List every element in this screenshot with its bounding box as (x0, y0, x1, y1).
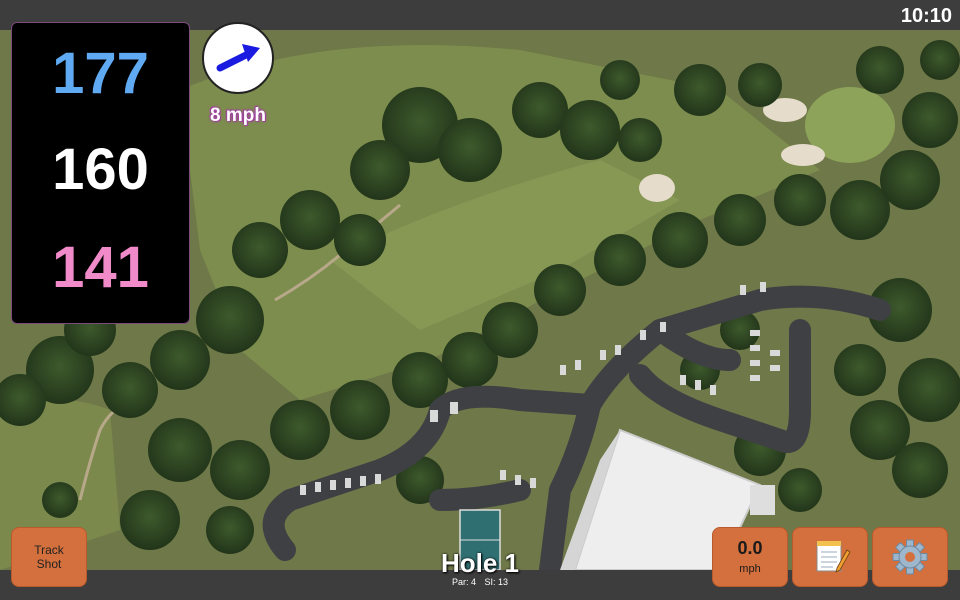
hole-par: Par: 4 (451, 577, 476, 587)
hole-stroke-index: SI: 13 (484, 577, 509, 587)
back-distance: 177 (52, 41, 149, 106)
clock-time: 10:10 (900, 5, 952, 27)
track-shot-label-line1: Track (34, 543, 64, 557)
settings-button[interactable] (872, 527, 948, 587)
hole-meta: Par: 4 SI: 13 (400, 577, 560, 587)
speed-unit: mph (739, 563, 761, 575)
golf-gps-screen: 10:10 177 160 141 8 mph Track Shot Hole … (0, 0, 960, 600)
wind-direction-indicator[interactable] (202, 22, 274, 94)
hole-title: Hole 1 (440, 548, 520, 578)
speed-value: 0.0 (737, 538, 763, 558)
wind-direction-arrow-icon (216, 44, 260, 72)
distance-panel: 177 160 141 (11, 22, 190, 324)
front-distance: 141 (52, 235, 149, 300)
gear-icon (892, 539, 928, 575)
track-shot-label-line2: Shot (36, 557, 62, 571)
wind-speed: 8 mph (210, 105, 266, 126)
speed-button[interactable]: 0.0 mph (712, 527, 788, 587)
track-shot-button[interactable]: Track Shot (11, 527, 87, 587)
notepad-icon (816, 541, 851, 573)
middle-distance: 160 (52, 137, 149, 202)
notes-button[interactable] (792, 527, 868, 587)
